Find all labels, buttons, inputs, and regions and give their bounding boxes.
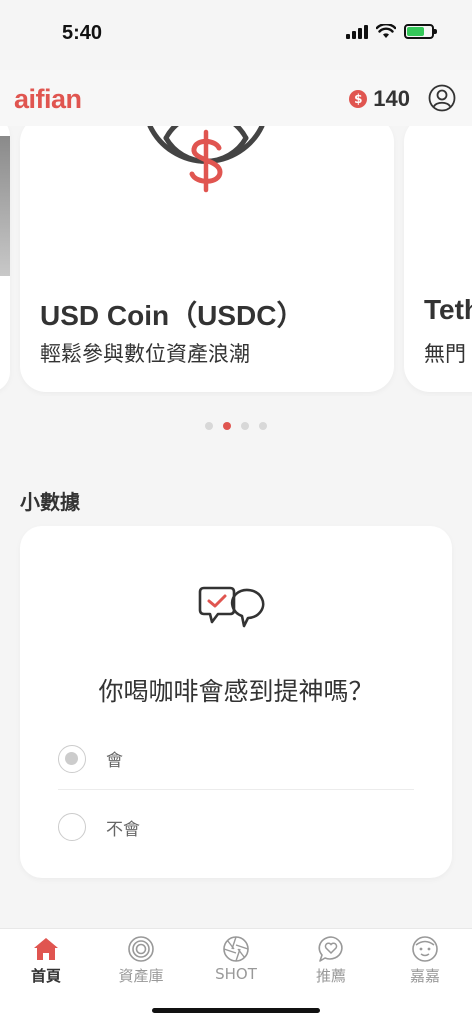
- page-dot[interactable]: [205, 422, 213, 430]
- status-time: 5:40: [62, 22, 103, 44]
- carousel-card-prev[interactable]: [0, 126, 10, 392]
- tab-label: SHOT: [215, 965, 257, 983]
- face-icon: [412, 936, 438, 962]
- coin-icon: $: [349, 90, 368, 108]
- page-dot-active[interactable]: [223, 422, 231, 430]
- tab-label: 資產庫: [118, 967, 164, 985]
- radio-button[interactable]: [58, 813, 86, 841]
- card-title: Teth: [424, 294, 472, 325]
- card-subtitle: 輕鬆參與數位資產浪潮: [40, 342, 250, 366]
- app-logo[interactable]: aifian: [14, 84, 82, 115]
- wifi-icon: [376, 24, 396, 38]
- section-title: 小數據: [20, 490, 80, 514]
- option-label: 不會: [106, 819, 140, 840]
- tab-label: 首頁: [30, 967, 61, 985]
- promo-carousel[interactable]: USD Coin（USDC） 輕鬆參與數位資產浪潮 Teth 無門: [0, 126, 472, 396]
- status-icons: [346, 24, 437, 39]
- poll-option-no[interactable]: 不會: [58, 796, 414, 858]
- card-subtitle: 無門: [424, 342, 466, 366]
- card-image: [0, 136, 10, 276]
- radio-button-selected[interactable]: [58, 744, 86, 773]
- poll-question: 你喝咖啡會感到提神嗎？: [98, 677, 374, 706]
- status-bar: 5:40: [0, 0, 472, 70]
- battery-icon: [404, 24, 437, 39]
- carousel-card-usdc[interactable]: USD Coin（USDC） 輕鬆參與數位資產浪潮: [20, 126, 394, 392]
- tab-recommend[interactable]: 推薦: [291, 935, 371, 986]
- home-indicator: [152, 1008, 320, 1013]
- heart-chat-icon: [318, 936, 343, 962]
- tab-home[interactable]: 首頁: [6, 935, 86, 986]
- poll-option-yes[interactable]: 會: [58, 728, 414, 790]
- profile-icon[interactable]: [428, 84, 456, 112]
- tab-label: 推薦: [315, 967, 346, 985]
- app-header: aifian $ 140: [0, 70, 472, 126]
- tab-label: 嘉嘉: [409, 967, 440, 985]
- shutter-icon: [223, 936, 249, 962]
- page-dot[interactable]: [259, 422, 267, 430]
- home-icon: [34, 938, 58, 960]
- usdc-coin-icon: [147, 126, 265, 193]
- tab-jiajia[interactable]: 嘉嘉: [385, 935, 465, 986]
- signal-icon: [346, 24, 368, 39]
- tab-shot[interactable]: SHOT: [196, 935, 276, 983]
- option-label: 會: [106, 751, 123, 771]
- coin-balance[interactable]: $ 140: [349, 86, 410, 112]
- carousel-pagination: [0, 422, 472, 430]
- tab-asset-library[interactable]: 資產庫: [101, 935, 181, 986]
- poll-card: 你喝咖啡會感到提神嗎？ 會 不會: [20, 526, 452, 878]
- page-dot[interactable]: [241, 422, 249, 430]
- carousel-card-next[interactable]: Teth 無門: [404, 126, 472, 392]
- coin-count: 140: [373, 86, 410, 111]
- chat-bubbles-icon: [198, 586, 265, 628]
- card-title: USD Coin（USDC）: [40, 300, 305, 331]
- asset-library-icon: [128, 936, 154, 962]
